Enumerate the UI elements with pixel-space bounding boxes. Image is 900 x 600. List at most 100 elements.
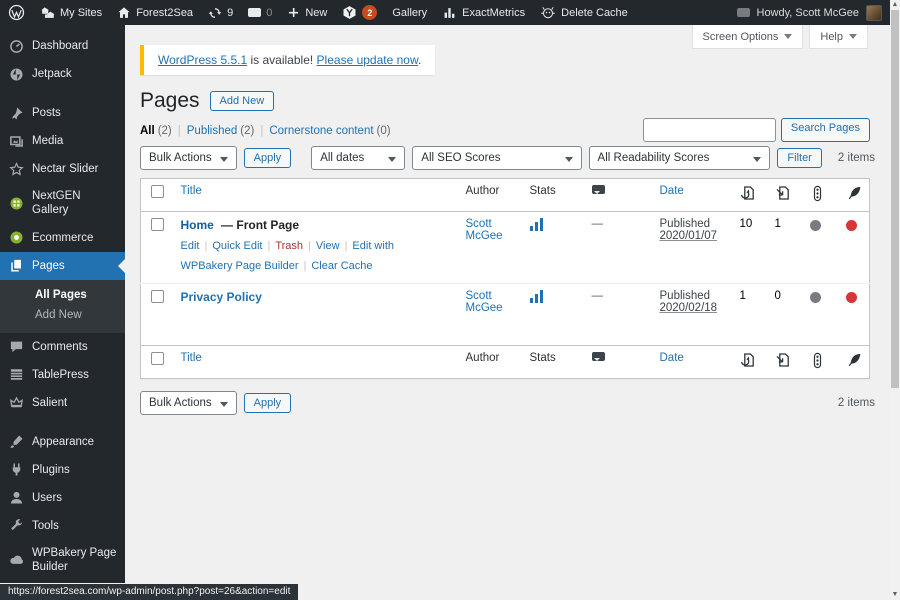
trash-link[interactable]: Trash: [262, 240, 303, 252]
update-now-link[interactable]: Please update now: [317, 53, 418, 67]
tablenav-top: Bulk Actions Apply All dates All SEO Sco…: [140, 146, 875, 170]
view-published[interactable]: Published(2): [172, 125, 255, 137]
sidebar-item-wpbakery[interactable]: WPBakery Page Builder: [0, 540, 125, 581]
select-row-checkbox[interactable]: [151, 289, 164, 303]
gallery-menu[interactable]: Gallery: [392, 7, 427, 19]
stats-chart-icon[interactable]: [529, 289, 543, 303]
column-header-incoming-links: [768, 178, 804, 212]
sidebar-item-appearance[interactable]: Appearance: [0, 428, 125, 456]
readability-scores-select[interactable]: All Readability Scores: [588, 146, 771, 170]
quick-edit-link[interactable]: Quick Edit: [199, 240, 262, 252]
exactmetrics-menu[interactable]: ExactMetrics: [442, 6, 525, 20]
main-content: Screen Options Help WordPress 5.5.1 is a…: [125, 25, 890, 600]
jetpack-icon: [8, 66, 24, 82]
site-menu[interactable]: Forest2Sea: [117, 6, 193, 20]
sidebar-item-comments[interactable]: Comments: [0, 333, 125, 361]
outgoing-links-count: 10: [739, 218, 753, 230]
gallery-label: Gallery: [392, 6, 428, 19]
page-title: Pages: [140, 89, 200, 112]
sidebar-item-ecommerce[interactable]: Ecommerce: [0, 224, 125, 252]
cheetah-icon: [541, 6, 555, 19]
scroll-up-arrow[interactable]: ▲: [890, 0, 900, 10]
feedback-bubble-icon[interactable]: [736, 8, 750, 17]
updates-count: 9: [227, 6, 234, 19]
bulk-actions-select[interactable]: Bulk Actions: [140, 146, 237, 170]
column-header-date[interactable]: Date: [653, 178, 734, 212]
comments-menu[interactable]: 0: [248, 7, 272, 19]
avatar[interactable]: [866, 4, 882, 21]
seo-scores-select[interactable]: All SEO Scores: [412, 146, 582, 170]
page-title-link[interactable]: Privacy Policy: [181, 290, 262, 304]
view-all[interactable]: All (2): [140, 125, 172, 137]
column-footer-seo-score: [803, 344, 840, 379]
column-footer-title[interactable]: Title: [174, 344, 460, 379]
scroll-down-arrow[interactable]: ▼: [890, 590, 900, 600]
ecommerce-icon: [8, 230, 24, 246]
submenu-all-pages[interactable]: All Pages: [0, 285, 125, 305]
admin-bar: My Sites Forest2Sea 9 0 New 2 Gallery Ex…: [0, 0, 890, 25]
yoast-menu[interactable]: 2: [342, 5, 378, 20]
author-link[interactable]: Scott McGee: [466, 290, 503, 314]
yoast-icon: [343, 6, 356, 19]
publish-date: 2020/01/07: [659, 230, 718, 242]
readability-icon: [846, 352, 862, 371]
sidebar-item-plugins[interactable]: Plugins: [0, 456, 125, 484]
sidebar-item-tablepress[interactable]: TablePress: [0, 361, 125, 389]
readability-icon: [846, 185, 862, 204]
delete-cache-label: Delete Cache: [561, 6, 628, 19]
filter-button[interactable]: Filter: [777, 148, 822, 168]
wordpress-version-link[interactable]: WordPress 5.5.1: [158, 53, 247, 67]
sidebar-item-pages[interactable]: Pages: [0, 251, 125, 280]
submenu-add-new[interactable]: Add New: [0, 305, 125, 325]
sidebar-item-tools[interactable]: Tools: [0, 512, 125, 540]
new-label: New: [305, 6, 328, 19]
wordpress-logo-icon[interactable]: [8, 4, 25, 21]
apply-button[interactable]: Apply: [243, 392, 292, 413]
sidebar-item-users[interactable]: Users: [0, 484, 125, 512]
add-new-button[interactable]: Add New: [209, 91, 275, 111]
help-tab[interactable]: Help: [809, 25, 868, 49]
select-row-checkbox[interactable]: [151, 218, 164, 231]
search-input[interactable]: [642, 118, 776, 142]
edit-link[interactable]: Edit: [181, 240, 200, 252]
sidebar-item-salient[interactable]: Salient: [0, 389, 125, 417]
page-title-link[interactable]: Home: [181, 218, 214, 232]
updates-menu[interactable]: 9: [208, 6, 233, 20]
howdy-account-menu[interactable]: Howdy, Scott McGee: [757, 7, 860, 19]
column-header-title[interactable]: Title: [174, 178, 460, 212]
apply-button[interactable]: Apply: [243, 148, 292, 168]
sidebar-item-posts[interactable]: Posts: [0, 99, 125, 127]
pin-icon: [8, 105, 24, 121]
screen-options-tab[interactable]: Screen Options: [691, 25, 804, 49]
my-sites-menu[interactable]: My Sites: [40, 6, 102, 20]
new-content-menu[interactable]: New: [287, 6, 327, 19]
scrollbar-thumb[interactable]: [891, 10, 899, 388]
tablenav-bottom: Bulk Actions Apply 2 items: [140, 390, 875, 415]
pages-icon: [8, 258, 24, 274]
comment-icon: [8, 339, 24, 355]
incoming-links-icon: [775, 352, 791, 371]
outgoing-links-icon: [740, 352, 756, 371]
stats-chart-icon[interactable]: [529, 218, 543, 231]
column-footer-readability: [839, 344, 870, 379]
sidebar-item-dashboard[interactable]: Dashboard: [0, 32, 125, 60]
author-link[interactable]: Scott McGee: [466, 218, 503, 242]
sidebar-item-nextgen-gallery[interactable]: NextGEN Gallery: [0, 183, 125, 224]
column-header-outgoing-links: [733, 178, 769, 212]
clear-cache-link[interactable]: Clear Cache: [299, 260, 373, 272]
select-all-checkbox[interactable]: [151, 185, 164, 198]
dates-select[interactable]: All dates: [311, 146, 406, 170]
sidebar-item-nectar-slider[interactable]: Nectar Slider: [0, 155, 125, 183]
select-all-checkbox[interactable]: [151, 351, 164, 365]
bar-chart-icon: [444, 7, 455, 18]
column-footer-date[interactable]: Date: [653, 344, 734, 379]
search-pages-button[interactable]: Search Pages: [780, 118, 870, 142]
delete-cache-menu[interactable]: Delete Cache: [540, 5, 628, 20]
view-link[interactable]: View: [303, 240, 340, 252]
view-cornerstone[interactable]: Cornerstone content(0): [254, 125, 390, 137]
sidebar-item-media[interactable]: Media: [0, 127, 125, 155]
page-scrollbar[interactable]: ▲ ▼: [890, 0, 900, 600]
bulk-actions-select[interactable]: Bulk Actions: [140, 390, 237, 415]
sidebar-item-jetpack[interactable]: Jetpack: [0, 60, 125, 88]
pages-submenu: All Pages Add New: [0, 279, 125, 333]
